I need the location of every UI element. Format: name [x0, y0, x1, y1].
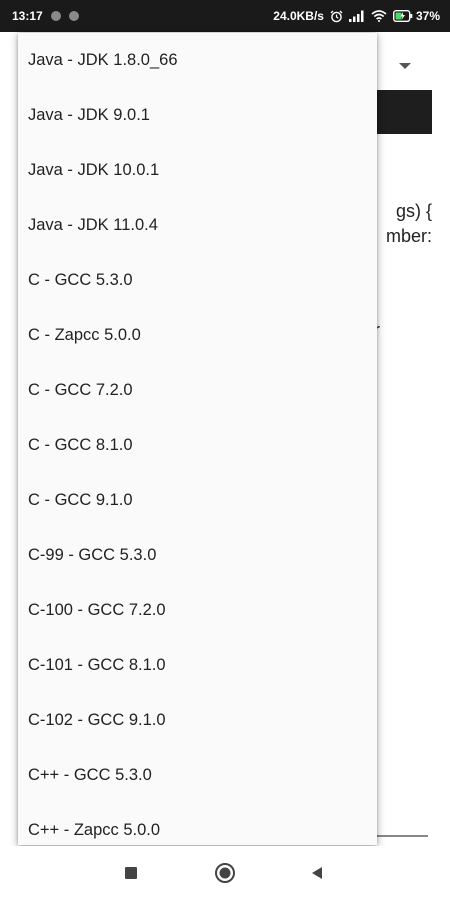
- dropdown-item-cpp-gcc-5-3[interactable]: C++ - GCC 5.3.0: [18, 748, 377, 803]
- system-nav-bar: [0, 846, 450, 900]
- dropdown-item-cpp-zapcc-5[interactable]: C++ - Zapcc 5.0.0: [18, 803, 377, 845]
- notification-dot-icon: [50, 11, 61, 21]
- recent-apps-icon[interactable]: [124, 866, 138, 880]
- net-speed: 24.0KB/s: [273, 9, 324, 23]
- code-line: gs) {: [395, 201, 432, 221]
- dropdown-item-c-gcc-8-1[interactable]: C - GCC 8.1.0: [18, 418, 377, 473]
- dropdown-item-c-gcc-9-1[interactable]: C - GCC 9.1.0: [18, 473, 377, 528]
- status-time: 13:17: [12, 9, 43, 23]
- status-bar: 13:17 24.0KB/s 37%: [0, 0, 450, 32]
- dropdown-item-c99-gcc-5-3[interactable]: C-99 - GCC 5.3.0: [18, 528, 377, 583]
- wifi-icon: [371, 10, 387, 22]
- signal-icon: [348, 10, 365, 22]
- code-line: mber:: [385, 226, 432, 246]
- dropdown-item-java-jdk-9[interactable]: Java - JDK 9.0.1: [18, 88, 377, 143]
- dropdown-item-c102-gcc-9-1[interactable]: C-102 - GCC 9.1.0: [18, 693, 377, 748]
- dropdown-item-c-zapcc-5[interactable]: C - Zapcc 5.0.0: [18, 308, 377, 363]
- status-indicators: 24.0KB/s 37%: [273, 9, 440, 23]
- dropdown-item-c100-gcc-7-2[interactable]: C-100 - GCC 7.2.0: [18, 583, 377, 638]
- dropdown-item-java-jdk-10[interactable]: Java - JDK 10.0.1: [18, 143, 377, 198]
- back-icon[interactable]: [309, 865, 325, 881]
- dropdown-item-c-gcc-5-3[interactable]: C - GCC 5.3.0: [18, 253, 377, 308]
- dropdown-item-java-jdk-1-8[interactable]: Java - JDK 1.8.0_66: [18, 33, 377, 88]
- dropdown-item-java-jdk-11[interactable]: Java - JDK 11.0.4: [18, 198, 377, 253]
- home-icon[interactable]: [214, 862, 236, 884]
- alarm-icon: [330, 10, 343, 23]
- language-select-arrow-icon[interactable]: [399, 63, 411, 69]
- dropdown-item-c101-gcc-8-1[interactable]: C-101 - GCC 8.1.0: [18, 638, 377, 693]
- language-dropdown-menu[interactable]: Java - JDK 1.8.0_66 Java - JDK 9.0.1 Jav…: [18, 33, 377, 845]
- run-button[interactable]: [370, 90, 432, 134]
- dropdown-item-c-gcc-7-2[interactable]: C - GCC 7.2.0: [18, 363, 377, 418]
- battery-charging-icon: 37%: [392, 9, 440, 23]
- battery-level: 37%: [415, 9, 440, 23]
- notification-dot-icon: [68, 11, 79, 21]
